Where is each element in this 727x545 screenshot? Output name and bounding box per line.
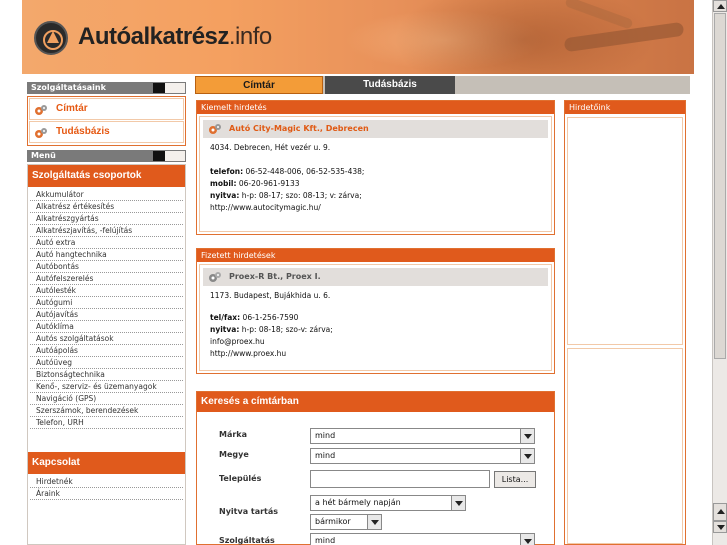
menu-title: Menü	[27, 150, 186, 162]
city-label: Település	[219, 474, 262, 483]
advertisers-panel: Hirdetőink	[564, 100, 686, 545]
featured-ad-company[interactable]: Autó City-Magic Kft., Debrecen	[203, 120, 548, 138]
sidebar-item-label: Tudásbázis	[56, 126, 110, 137]
menu-item[interactable]: Autólesték	[30, 285, 183, 297]
scroll-thumb[interactable]	[714, 13, 726, 359]
chevron-down-icon[interactable]	[367, 515, 381, 529]
open-day-select[interactable]: a hét bármely napján	[310, 495, 466, 511]
services-nav: Címtár Tudásbázis	[27, 96, 186, 146]
menu-item[interactable]: Alkatrész értékesítés	[30, 201, 183, 213]
menu-item[interactable]: Autóüveg	[30, 357, 183, 369]
menu-item[interactable]: Autófelszerelés	[30, 273, 183, 285]
menu-item[interactable]: Szerszámok, berendezések	[30, 405, 183, 417]
menu-item[interactable]: Autó extra	[30, 237, 183, 249]
hours-line: nyitva: h-p: 08-18; szo-v: zárva;	[210, 325, 333, 334]
scroll-up-icon[interactable]	[713, 0, 727, 12]
page: Autóalkatrész.info Címtár Tudásbázis Szo…	[0, 0, 712, 545]
logo-icon[interactable]	[34, 21, 68, 55]
chevron-down-icon[interactable]	[520, 429, 534, 443]
contact-item[interactable]: Hirdetnék	[30, 476, 183, 488]
menu-group-heading: Szolgáltatás csoportok	[28, 165, 185, 187]
collapse-toggle[interactable]	[153, 151, 185, 161]
menu-item[interactable]: Navigáció (GPS)	[30, 393, 183, 405]
website-link[interactable]: http://www.autocitymagic.hu/	[200, 202, 551, 214]
sidebar-item-cimtar[interactable]: Címtár	[29, 98, 184, 120]
chevron-down-icon[interactable]	[520, 449, 534, 463]
advertiser-slot	[567, 348, 683, 544]
menu-item[interactable]: Autóbontás	[30, 261, 183, 273]
gear-icon	[35, 105, 47, 115]
address: 1173. Budapest, Bujákhida u. 6.	[210, 291, 331, 300]
brand-label: Márka	[219, 430, 248, 439]
open-time-select[interactable]: bármikor	[310, 514, 382, 530]
open-hours-label: Nyitva tartás	[219, 507, 279, 516]
email-link[interactable]: info@proex.hu	[200, 336, 551, 348]
hours-line: nyitva: h-p: 08-17; szo: 08-13; v: zárva…	[210, 191, 362, 200]
tab-tudasbazis[interactable]: Tudásbázis	[325, 76, 455, 94]
scroll-down-icon[interactable]	[713, 521, 727, 533]
gear-icon	[209, 124, 221, 134]
phone-line: tel/fax: 06-1-256-7590	[210, 313, 299, 322]
county-label: Megye	[219, 450, 249, 459]
advertiser-slot	[567, 117, 683, 345]
featured-ad-panel: Kiemelt hirdetés Autó City-Magic Kft., D…	[196, 100, 555, 235]
top-nav: Címtár Tudásbázis	[195, 76, 690, 94]
company-name[interactable]: Autó City-Magic Kft., Debrecen	[229, 124, 369, 133]
menu-item[interactable]: Autójavítás	[30, 309, 183, 321]
scroll-up-icon[interactable]	[713, 503, 727, 521]
menu-item[interactable]: Autógumi	[30, 297, 183, 309]
advertisers-heading: Hirdetőink	[565, 101, 685, 114]
company-name[interactable]: Proex-R Bt., Proex I.	[229, 272, 321, 281]
city-input[interactable]	[310, 470, 490, 488]
mobile-line: mobil: 06-20-961-9133	[210, 179, 300, 188]
gear-icon	[35, 128, 47, 138]
collapse-toggle[interactable]	[153, 83, 185, 93]
search-heading: Keresés a címtárban	[197, 392, 554, 412]
phone-line: telefon: 06-52-448-006, 06-52-535-438;	[210, 167, 365, 176]
website-link[interactable]: http://www.proex.hu	[200, 348, 551, 360]
site-logo[interactable]: Autóalkatrész.info	[78, 22, 272, 52]
gear-icon	[209, 272, 221, 282]
service-select[interactable]: mind	[310, 533, 535, 545]
paid-ad-panel: Fizetett hirdetések Proex-R Bt., Proex I…	[196, 248, 555, 374]
paid-ad-heading: Fizetett hirdetések	[197, 249, 554, 262]
address: 4034. Debrecen, Hét vezér u. 9.	[210, 143, 331, 152]
contact-heading: Kapcsolat	[28, 452, 185, 474]
menu-item[interactable]: Autó hangtechnika	[30, 249, 183, 261]
services-title: Szolgáltatásaink	[27, 82, 186, 94]
menu-item[interactable]: Autóklíma	[30, 321, 183, 333]
menu-item[interactable]: Autóápolás	[30, 345, 183, 357]
tab-cimtar[interactable]: Címtár	[195, 76, 323, 94]
list-button[interactable]: Lista...	[494, 471, 536, 488]
menu-item[interactable]: Autós szolgáltatások	[30, 333, 183, 345]
chevron-down-icon[interactable]	[451, 496, 465, 510]
paid-ad-company[interactable]: Proex-R Bt., Proex I.	[203, 268, 548, 286]
contact-item[interactable]: Áraink	[30, 488, 183, 500]
menu-item[interactable]: Kenő-, szerviz- és üzemanyagok	[30, 381, 183, 393]
vertical-scrollbar[interactable]	[712, 0, 727, 545]
featured-ad-heading: Kiemelt hirdetés	[197, 101, 554, 114]
menu-item[interactable]: Telefon, URH	[30, 417, 183, 429]
sidebar-item-tudasbazis[interactable]: Tudásbázis	[29, 121, 184, 143]
chevron-down-icon[interactable]	[520, 534, 534, 545]
menu-panel: Szolgáltatás csoportok Akkumulátor Alkatr…	[27, 164, 186, 545]
menu-item[interactable]: Biztonságtechnika	[30, 369, 183, 381]
menu-item[interactable]: Alkatrészgyártás	[30, 213, 183, 225]
menu-item[interactable]: Alkatrészjavítás, -felújítás	[30, 225, 183, 237]
service-label: Szolgáltatás	[219, 536, 275, 545]
menu-item[interactable]: Akkumulátor	[30, 189, 183, 201]
sidebar-item-label: Címtár	[56, 103, 88, 114]
search-panel: Keresés a címtárban Márka mind Megye min…	[196, 391, 555, 545]
county-select[interactable]: mind	[310, 448, 535, 464]
site-banner: Autóalkatrész.info	[22, 0, 694, 74]
brand-select[interactable]: mind	[310, 428, 535, 444]
